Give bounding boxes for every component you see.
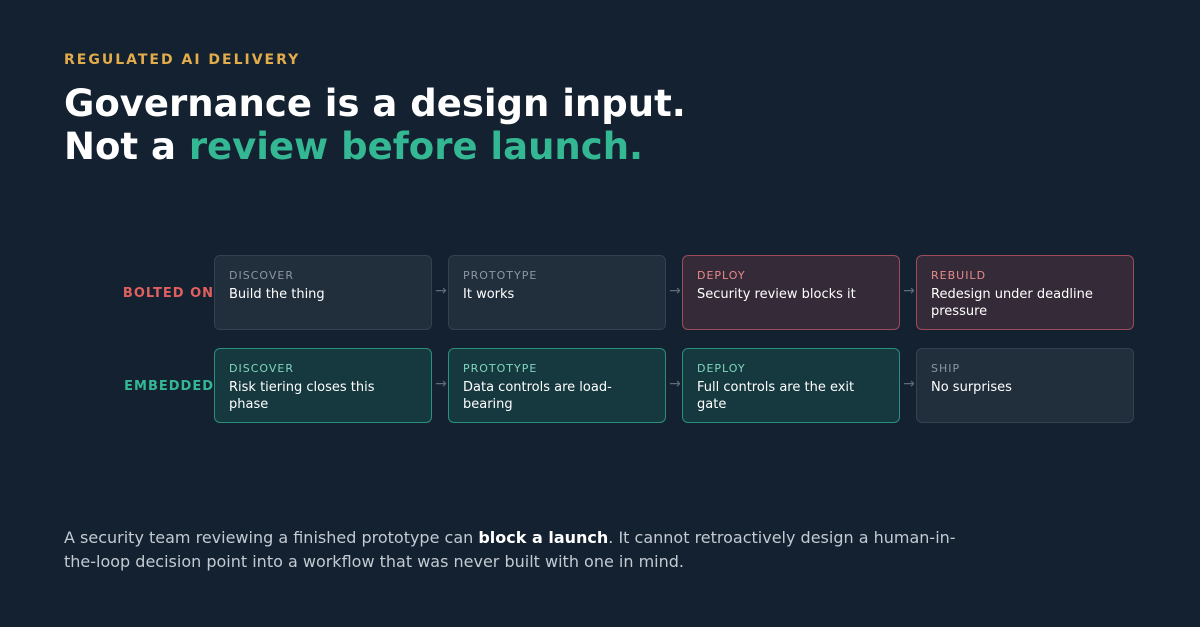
stage-card-bolted-deploy: DEPLOY Security review blocks it: [682, 255, 900, 330]
arrow-right-icon: →: [903, 283, 915, 299]
stage-description: Data controls are load-bearing: [463, 380, 612, 412]
stage-description: No surprises: [931, 380, 1012, 395]
stage-description: It works: [463, 287, 515, 302]
stage-card-embedded-deploy: DEPLOY Full controls are the exit gate: [682, 348, 900, 423]
stage-name: DEPLOY: [697, 362, 746, 375]
row-label-embedded: EMBEDDED: [124, 379, 214, 394]
arrow-right-icon: →: [435, 283, 447, 299]
stage-description: Build the thing: [229, 287, 325, 302]
headline-line-1: Governance is a design input.: [64, 82, 686, 125]
stage-card-embedded-ship: SHIP No surprises: [916, 348, 1134, 423]
row-bolted-on: BOLTED ON DISCOVER Build the thing → PRO…: [0, 255, 1200, 332]
stage-description: Security review blocks it: [697, 287, 856, 302]
stage-description: Redesign under deadline pressure: [931, 287, 1093, 319]
stage-card-bolted-discover: DISCOVER Build the thing: [214, 255, 432, 330]
headline-line-2-prefix: Not a: [64, 125, 189, 168]
stage-card-bolted-rebuild: REBUILD Redesign under deadline pressure: [916, 255, 1134, 330]
headline-accent: review before launch.: [188, 125, 644, 168]
headline: Governance is a design input. Not a revi…: [64, 82, 686, 168]
stage-description: Risk tiering closes this phase: [229, 380, 375, 412]
footnote-emphasis: block a launch: [478, 528, 609, 547]
stage-name: DEPLOY: [697, 269, 746, 282]
stage-name: SHIP: [931, 362, 961, 375]
stage-name: PROTOTYPE: [463, 269, 538, 282]
arrow-right-icon: →: [669, 283, 681, 299]
headline-line-2: Not a review before launch.: [64, 125, 686, 168]
stage-name: PROTOTYPE: [463, 362, 538, 375]
stage-card-embedded-prototype: PROTOTYPE Data controls are load-bearing: [448, 348, 666, 423]
eyebrow-label: REGULATED AI DELIVERY: [64, 52, 301, 68]
footnote-text-before: A security team reviewing a finished pro…: [64, 528, 479, 547]
stage-name: REBUILD: [931, 269, 987, 282]
arrow-right-icon: →: [669, 376, 681, 392]
stage-description: Full controls are the exit gate: [697, 380, 855, 412]
footnote: A security team reviewing a finished pro…: [64, 526, 974, 574]
stage-name: DISCOVER: [229, 269, 294, 282]
stage-name: DISCOVER: [229, 362, 294, 375]
stage-card-embedded-discover: DISCOVER Risk tiering closes this phase: [214, 348, 432, 423]
row-embedded: EMBEDDED DISCOVER Risk tiering closes th…: [0, 348, 1200, 425]
row-label-bolted-on: BOLTED ON: [122, 286, 214, 301]
arrow-right-icon: →: [903, 376, 915, 392]
stage-card-bolted-prototype: PROTOTYPE It works: [448, 255, 666, 330]
arrow-right-icon: →: [435, 376, 447, 392]
